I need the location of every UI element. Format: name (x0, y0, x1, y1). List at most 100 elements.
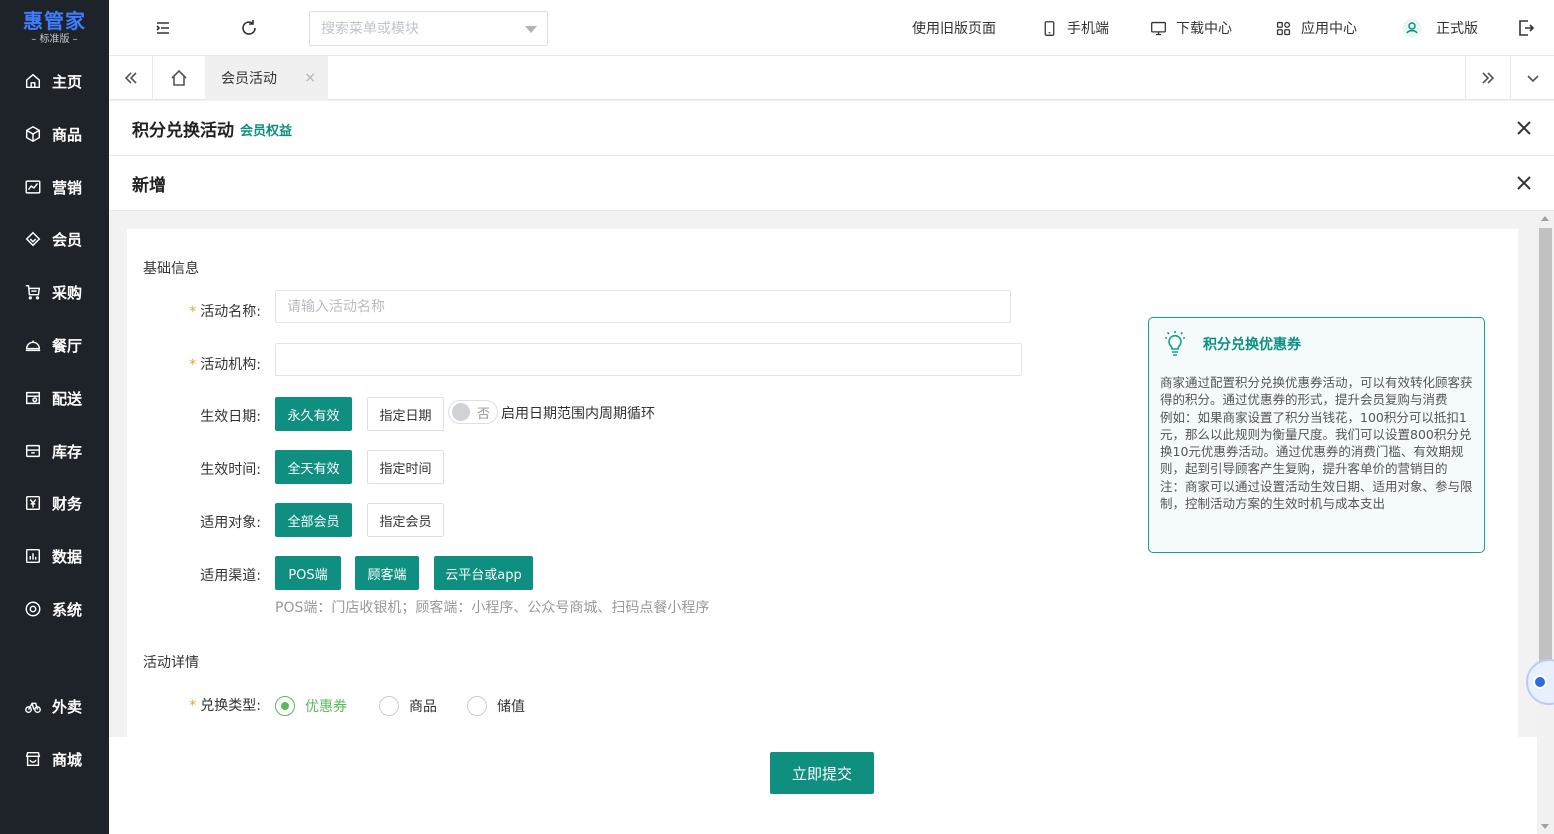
home-icon (171, 69, 187, 86)
assistant-float-button[interactable] (1524, 657, 1554, 707)
old-version-label: 使用旧版页面 (912, 21, 996, 37)
menu-collapse-button[interactable] (153, 18, 173, 38)
tab-home[interactable] (153, 56, 205, 100)
mobile-link[interactable]: 手机端 (1041, 18, 1109, 38)
sidebar-item-mall[interactable]: 商城 (0, 739, 109, 779)
close-form-button[interactable] (1514, 173, 1534, 193)
sidebar-item-inventory[interactable]: 库存 (0, 431, 109, 471)
channel-pos-button[interactable]: POS端 (275, 556, 341, 590)
sidebar-item-label: 外卖 (52, 697, 83, 716)
tab-bar: 会员活动 × (109, 56, 1554, 100)
info-paragraph-2: 例如：如果商家设置了积分当钱花，100积分可以抵扣1元，那么以此规则为衡量尺度。… (1160, 409, 1472, 477)
sidebar-item-restaurant[interactable]: 餐厅 (0, 325, 109, 365)
lightbulb-icon (1165, 331, 1185, 356)
time-specify-button[interactable]: 指定时间 (367, 450, 444, 484)
sidebar-item-label: 数据 (52, 547, 83, 566)
activity-name-input[interactable] (275, 290, 1011, 323)
close-page-button[interactable] (1514, 118, 1534, 138)
logo-edition: – 标准版 – (31, 34, 78, 45)
menu-search-select[interactable] (309, 11, 548, 46)
sidebar-item-delivery[interactable]: 配送 (0, 378, 109, 418)
edition-label: 正式版 (1436, 21, 1478, 37)
sidebar-item-finance[interactable]: 财务 (0, 483, 109, 523)
old-version-link[interactable]: 使用旧版页面 (912, 18, 996, 38)
app-center-link[interactable]: 应用中心 (1275, 18, 1357, 38)
channel-cloud-app-button[interactable]: 云平台或app (434, 556, 533, 590)
info-box-title: 积分兑换优惠券 (1203, 337, 1301, 353)
double-chevron-right-icon (1482, 72, 1495, 84)
logout-button[interactable] (1516, 18, 1536, 38)
scrollbar[interactable] (1537, 211, 1554, 834)
cart-icon (25, 284, 41, 300)
sidebar-item-label: 系统 (52, 600, 83, 619)
exchange-radio-coupon[interactable]: 优惠券 (275, 696, 347, 716)
target-all-members-button[interactable]: 全部会员 (275, 503, 352, 537)
logo[interactable]: 惠管家 – 标准版 – (0, 0, 109, 56)
date-permanent-button[interactable]: 永久有效 (275, 397, 352, 431)
target-specify-members-button[interactable]: 指定会员 (367, 503, 444, 537)
bar-chart-icon (25, 548, 41, 564)
time-all-day-button[interactable]: 全天有效 (275, 450, 352, 484)
sidebar-item-home[interactable]: 主页 (0, 61, 109, 101)
scroll-up-icon[interactable] (1541, 216, 1549, 221)
scroll-down-icon[interactable] (1541, 824, 1549, 829)
info-box-body: 商家通过配置积分兑换优惠券活动，可以有效转化顾客获得的积分。通过优惠券的形式，提… (1160, 374, 1475, 512)
close-tab-icon[interactable]: × (304, 70, 316, 86)
cycle-switch[interactable]: 否 (448, 400, 498, 424)
effective-date-label: 生效日期: (200, 409, 261, 425)
double-chevron-left-icon (124, 72, 137, 84)
sidebar-item-marketing[interactable]: 营销 (0, 167, 109, 207)
cycle-label: 启用日期范围内周期循环 (501, 406, 655, 422)
menu-search-input[interactable] (321, 20, 511, 37)
sidebar-item-label: 商品 (52, 125, 83, 144)
menu-fold-icon (156, 22, 169, 34)
sidebar-item-label: 餐厅 (52, 336, 83, 355)
channel-customer-button[interactable]: 顾客端 (355, 556, 419, 590)
sidebar-item-label: 商城 (52, 750, 83, 769)
activity-name-label: * 活动名称: (143, 301, 261, 321)
mobile-label: 手机端 (1067, 21, 1109, 37)
refresh-icon (242, 20, 256, 35)
channel-hint: POS端：门店收银机；顾客端：小程序、公众号商城、扫码点餐小程序 (275, 600, 710, 616)
user-icon (1402, 18, 1422, 38)
settings-icon (25, 601, 41, 617)
download-center-link[interactable]: 下载中心 (1150, 18, 1232, 38)
page-category-tag: 会员权益 (240, 124, 293, 139)
activity-org-input[interactable] (275, 343, 1022, 376)
cloche-icon (25, 340, 41, 352)
sidebar-item-member[interactable]: 会员 (0, 219, 109, 259)
effective-time-label: 生效时间: (200, 462, 261, 478)
target-label: 适用对象: (200, 515, 261, 531)
activity-org-label: * 活动机构: (143, 354, 261, 374)
bike-icon (25, 702, 41, 714)
apps-icon (1276, 21, 1291, 35)
exchange-radio-goods[interactable]: 商品 (379, 696, 437, 716)
tabs-dropdown-button[interactable] (1510, 56, 1554, 100)
close-icon (1517, 176, 1531, 190)
info-box: 积分兑换优惠券 商家通过配置积分兑换优惠券活动，可以有效转化顾客获得的积分。通过… (1148, 317, 1485, 553)
sidebar-item-takeout[interactable]: 外卖 (0, 686, 109, 726)
refresh-button[interactable] (239, 18, 259, 38)
store-icon (25, 391, 41, 405)
info-paragraph-1: 商家通过配置积分兑换优惠券活动，可以有效转化顾客获得的积分。通过优惠券的形式，提… (1160, 375, 1473, 408)
radio-label: 优惠券 (305, 699, 347, 715)
sidebar-item-label: 财务 (52, 494, 83, 513)
diamond-icon (25, 231, 41, 247)
tab-member-activity[interactable]: 会员活动 × (205, 56, 328, 100)
sidebar-item-purchase[interactable]: 采购 (0, 272, 109, 312)
section-basic-info: 基础信息 (143, 261, 199, 277)
date-specify-button[interactable]: 指定日期 (367, 397, 444, 431)
sidebar-item-data[interactable]: 数据 (0, 536, 109, 576)
yen-icon (25, 495, 41, 511)
tabs-scroll-right-button[interactable] (1465, 56, 1510, 100)
exchange-radio-stored-value[interactable]: 储值 (467, 696, 525, 716)
scrollbar-thumb[interactable] (1539, 228, 1552, 668)
box-icon (25, 125, 41, 143)
top-bar: 使用旧版页面 手机端 下载中心 应用中心 正式版 (109, 0, 1554, 56)
edition-link[interactable]: 正式版 (1402, 18, 1478, 38)
sidebar-item-system[interactable]: 系统 (0, 589, 109, 629)
submit-button[interactable]: 立即提交 (770, 752, 874, 794)
tabs-scroll-left-button[interactable] (109, 56, 153, 100)
sidebar-item-goods[interactable]: 商品 (0, 114, 109, 154)
section-activity-detail: 活动详情 (143, 655, 199, 671)
